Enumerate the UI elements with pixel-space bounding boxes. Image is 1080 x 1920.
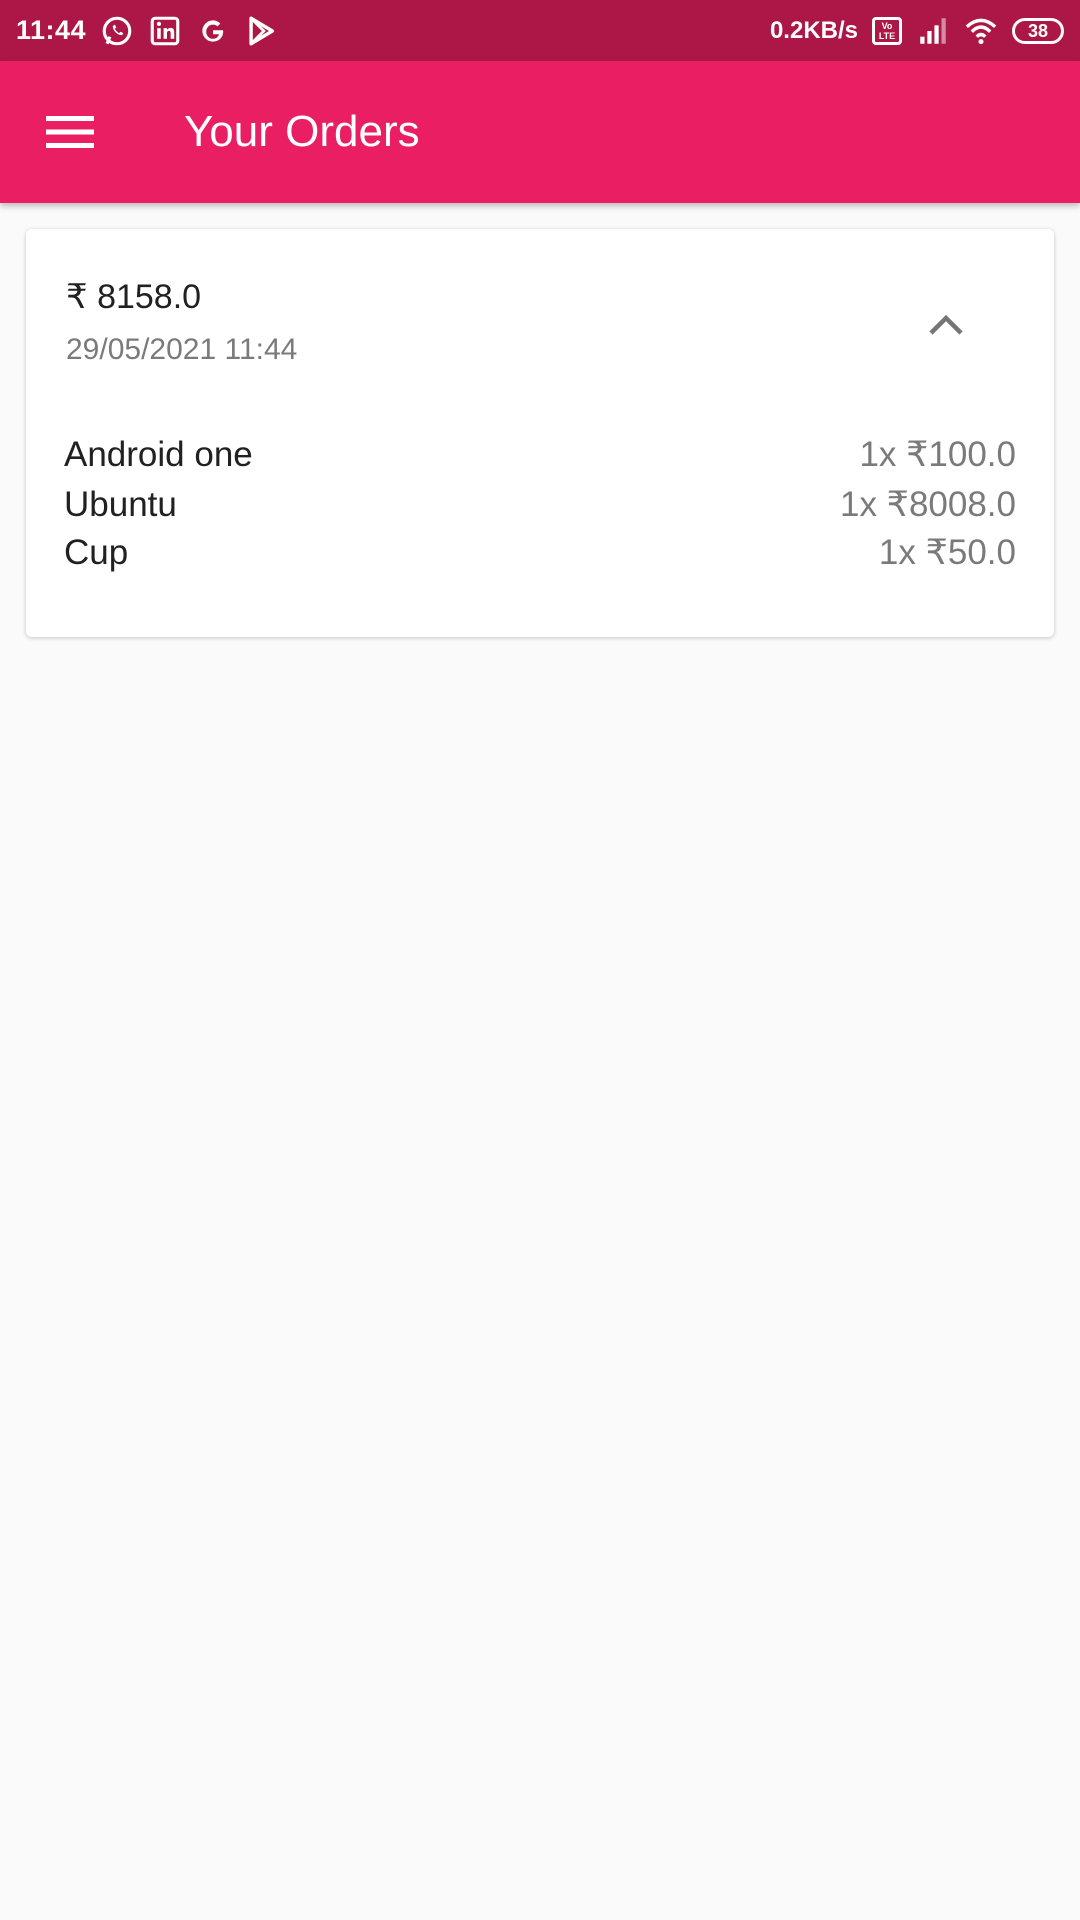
item-name: Ubuntu <box>64 485 177 524</box>
chevron-up-icon <box>928 314 964 336</box>
list-item: Ubuntu 1x ₹8008.0 <box>64 481 1016 529</box>
google-icon <box>196 14 230 48</box>
item-price: 1x ₹100.0 <box>859 435 1016 474</box>
app-bar: Your Orders <box>0 61 1080 203</box>
page-title: Your Orders <box>184 107 420 156</box>
wifi-icon <box>964 14 998 48</box>
order-card[interactable]: ₹ 8158.0 29/05/2021 11:44 Android one 1x… <box>26 229 1054 637</box>
item-price: 1x ₹8008.0 <box>839 485 1016 524</box>
hamburger-menu-icon <box>46 114 94 150</box>
play-store-icon <box>244 14 278 48</box>
volte-icon: Vo LTE <box>872 16 902 45</box>
collapse-button[interactable] <box>916 295 976 355</box>
item-name: Android one <box>64 435 253 474</box>
linkedin-icon <box>148 14 182 48</box>
status-time: 11:44 <box>16 15 87 45</box>
status-right: 0.2KB/s Vo LTE 38 <box>770 14 1064 48</box>
whatsapp-icon <box>100 14 134 48</box>
network-speed: 0.2KB/s <box>769 16 858 44</box>
item-name: Cup <box>64 533 129 572</box>
status-bar: 11:44 0.2KB/s Vo LTE 38 <box>0 0 1080 61</box>
signal-icon <box>916 14 950 48</box>
menu-button[interactable] <box>32 99 108 165</box>
item-price: 1x ₹50.0 <box>878 533 1016 572</box>
list-item: Android one 1x ₹100.0 <box>64 431 1016 479</box>
status-left: 11:44 <box>16 14 278 48</box>
order-date: 29/05/2021 11:44 <box>66 333 298 366</box>
battery-icon: 38 <box>1012 17 1064 44</box>
order-total: ₹ 8158.0 <box>66 278 202 316</box>
list-item: Cup 1x ₹50.0 <box>64 529 1016 577</box>
